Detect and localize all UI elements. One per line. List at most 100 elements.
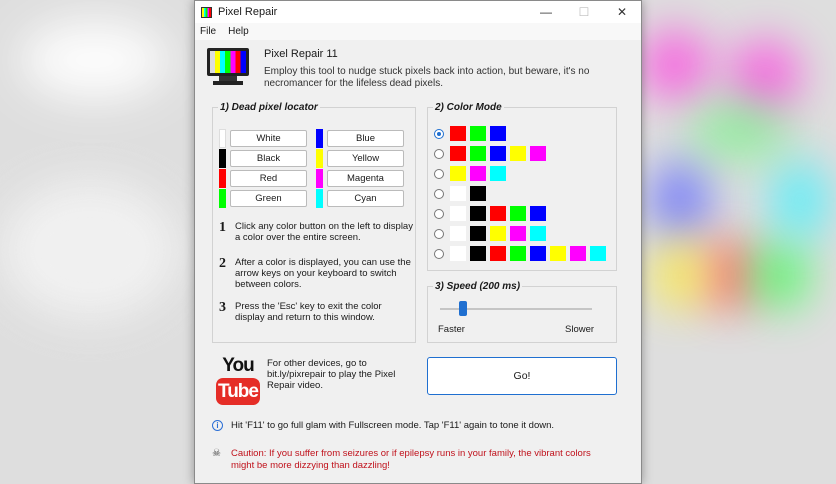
step-1: 1 Click any color button on the left to … (219, 220, 413, 244)
youtube-logo[interactable]: You Tube (216, 356, 260, 410)
color-mode-option[interactable] (434, 186, 490, 201)
white-swatch (219, 129, 226, 148)
color-mode-swatch (530, 146, 546, 161)
caution-text: Caution: If you suffer from seizures or … (231, 448, 591, 471)
blue-button[interactable]: Blue (327, 130, 404, 147)
cyan-button[interactable]: Cyan (327, 190, 404, 207)
skull-icon: ☠ (212, 448, 221, 459)
faster-label: Faster (438, 324, 465, 335)
color-mode-radio[interactable] (434, 148, 444, 159)
color-mode-swatch (550, 246, 566, 261)
speed-title: 3) Speed (200 ms) (433, 281, 523, 292)
yellow-button[interactable]: Yellow (327, 150, 404, 167)
color-mode-radio[interactable] (434, 188, 444, 199)
color-mode-swatch (450, 126, 466, 141)
color-mode-swatch (490, 146, 506, 161)
color-mode-swatch (470, 226, 486, 241)
step-number: 2 (219, 256, 226, 271)
color-mode-radio[interactable] (434, 248, 444, 259)
step-number: 1 (219, 220, 226, 235)
color-mode-swatch (450, 206, 466, 221)
color-mode-title: 2) Color Mode (433, 102, 504, 113)
color-mode-swatch (590, 246, 606, 261)
go-button[interactable]: Go! (427, 357, 617, 395)
locator-title: 1) Dead pixel locator (218, 102, 320, 113)
color-mode-option[interactable] (434, 206, 550, 221)
white-button[interactable]: White (230, 130, 307, 147)
color-mode-option[interactable] (434, 246, 610, 261)
close-button[interactable]: ✕ (603, 1, 641, 23)
monitor-icon (203, 45, 253, 87)
title-bar[interactable]: Pixel Repair — ☐ ✕ (195, 1, 641, 23)
slower-label: Slower (565, 324, 595, 335)
color-mode-swatch (470, 146, 486, 161)
youtube-logo-top: You (222, 355, 254, 376)
dead-pixel-locator-group: 1) Dead pixel locator White Black Red Gr… (212, 102, 416, 343)
black-swatch (219, 149, 226, 168)
step-number: 3 (219, 300, 226, 315)
color-mode-swatch (490, 226, 506, 241)
color-mode-swatch (530, 226, 546, 241)
color-mode-swatch (530, 206, 546, 221)
color-mode-swatch (470, 186, 486, 201)
color-mode-swatch (490, 126, 506, 141)
maximize-button: ☐ (578, 5, 590, 19)
youtube-logo-bottom: Tube (216, 378, 260, 405)
info-icon: i (212, 420, 223, 431)
magenta-button[interactable]: Magenta (327, 170, 404, 187)
color-mode-swatch (530, 246, 546, 261)
yellow-swatch (316, 149, 323, 168)
color-mode-swatch (510, 226, 526, 241)
speed-slider-thumb[interactable] (459, 301, 467, 316)
color-mode-swatch (450, 146, 466, 161)
color-mode-swatch (470, 246, 486, 261)
color-mode-radio[interactable] (434, 208, 444, 219)
info-text: Hit 'F11' to go full glam with Fullscree… (231, 420, 555, 431)
step-3: 3 Press the 'Esc' key to exit the color … (219, 300, 413, 324)
color-mode-option[interactable] (434, 166, 510, 181)
red-button[interactable]: Red (230, 170, 307, 187)
color-mode-swatch (510, 206, 526, 221)
info-line: i Hit 'F11' to go full glam with Fullscr… (212, 420, 554, 431)
color-mode-swatch (490, 206, 506, 221)
color-mode-swatch (490, 166, 506, 181)
color-mode-swatch (470, 126, 486, 141)
color-mode-swatch (510, 146, 526, 161)
color-mode-swatch (510, 246, 526, 261)
menu-file[interactable]: File (200, 26, 216, 37)
color-mode-radio[interactable] (434, 168, 444, 179)
color-mode-swatch (470, 166, 486, 181)
cyan-swatch (316, 189, 323, 208)
color-mode-radio[interactable] (434, 128, 444, 139)
color-mode-swatch (450, 166, 466, 181)
color-mode-swatch (450, 226, 466, 241)
youtube-text: For other devices, go to bit.ly/pixrepai… (267, 358, 396, 391)
magenta-swatch (316, 169, 323, 188)
menu-bar: File Help (195, 23, 641, 40)
color-mode-option[interactable] (434, 146, 550, 161)
green-button[interactable]: Green (230, 190, 307, 207)
menu-help[interactable]: Help (228, 26, 249, 37)
speed-group: 3) Speed (200 ms) Faster Slower (427, 281, 617, 343)
green-swatch (219, 189, 226, 208)
step-text: Press the 'Esc' key to exit the color di… (235, 301, 382, 323)
pixel-repair-window: Pixel Repair — ☐ ✕ File Help Pixel Repai… (194, 0, 642, 484)
caution-line: ☠ Caution: If you suffer from seizures o… (212, 448, 611, 472)
color-mode-group: 2) Color Mode (427, 102, 617, 271)
color-mode-option[interactable] (434, 126, 510, 141)
step-text: Click any color button on the left to di… (235, 221, 413, 243)
app-description: Employ this tool to nudge stuck pixels b… (264, 66, 590, 89)
color-mode-swatch (450, 246, 466, 261)
black-button[interactable]: Black (230, 150, 307, 167)
red-swatch (219, 169, 226, 188)
color-mode-option[interactable] (434, 226, 550, 241)
color-mode-swatch (570, 246, 586, 261)
app-icon (201, 6, 212, 18)
color-mode-swatch (450, 186, 466, 201)
color-mode-swatch (490, 246, 506, 261)
minimize-button[interactable]: — (527, 1, 565, 23)
app-name: Pixel Repair 11 (264, 48, 338, 60)
color-mode-radio[interactable] (434, 228, 444, 239)
step-2: 2 After a color is displayed, you can us… (219, 256, 413, 291)
step-text: After a color is displayed, you can use … (235, 257, 411, 290)
